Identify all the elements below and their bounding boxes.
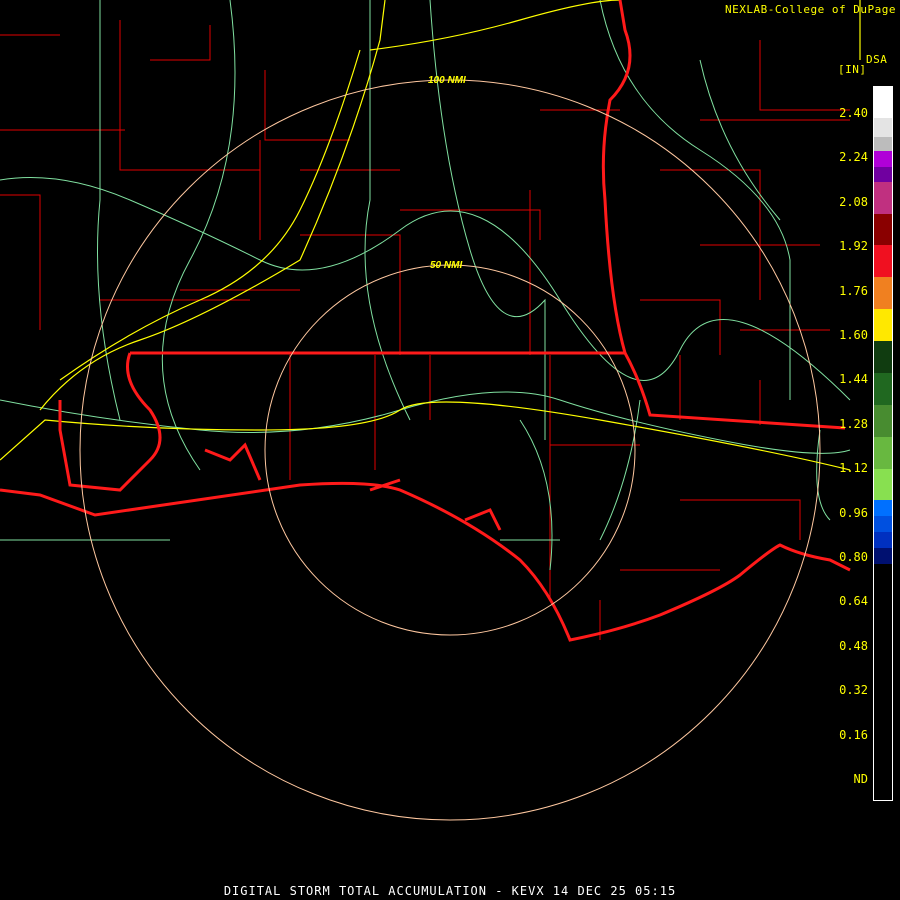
radar-map-view: 50 NMI 100 NMI NEXLAB-College of DuPage …	[0, 0, 900, 900]
legend-swatch	[874, 437, 892, 469]
legend-label: 1.92	[839, 239, 868, 254]
legend-swatch	[874, 548, 892, 564]
legend-swatch	[874, 87, 892, 118]
legend-label: 0.80	[839, 550, 868, 564]
ring-label-100: 100 NMI	[428, 75, 466, 86]
legend-swatch	[874, 500, 892, 516]
legend-swatch	[874, 182, 892, 214]
color-legend-bar	[873, 86, 893, 801]
legend-label: 1.28	[839, 416, 868, 431]
credit-text: NEXLAB-College of DuPage	[725, 3, 896, 16]
legend-label: 1.12	[839, 461, 868, 476]
legend-label: 0.64	[839, 594, 868, 609]
legend-label: 0.32	[839, 683, 868, 698]
legend-label: 0.48	[839, 638, 868, 653]
legend-label: 1.76	[839, 283, 868, 298]
legend-swatch	[874, 214, 892, 245]
legend-label: 2.40	[839, 106, 868, 120]
legend-label: 2.24	[839, 150, 868, 165]
legend-label: 0.96	[839, 505, 868, 520]
range-ring-50nmi	[264, 264, 636, 636]
legend-swatch	[874, 137, 892, 151]
legend-swatch	[874, 341, 892, 373]
legend-swatch	[874, 532, 892, 548]
range-ring-100nmi	[79, 79, 821, 821]
county-borders	[0, 20, 850, 640]
legend-swatch	[874, 277, 892, 309]
legend-swatch	[874, 405, 892, 437]
legend-swatch	[874, 151, 892, 167]
ring-label-50: 50 NMI	[430, 260, 462, 271]
units-label: [IN]	[838, 63, 867, 76]
map-canvas: 50 NMI 100 NMI	[0, 0, 861, 821]
legend-swatch	[874, 118, 892, 137]
product-caption: DIGITAL STORM TOTAL ACCUMULATION - KEVX …	[223, 884, 677, 898]
legend-label: 1.44	[839, 372, 868, 387]
legend-swatch	[874, 564, 892, 800]
product-code: DSA	[866, 53, 888, 66]
legend-swatch	[874, 516, 892, 532]
legend-label: ND	[853, 772, 868, 786]
legend-label: 2.08	[839, 194, 868, 209]
range-rings	[79, 79, 821, 821]
legend-swatch	[874, 167, 892, 182]
legend-swatch	[874, 469, 892, 500]
legend-label: 1.60	[839, 328, 868, 342]
legend-label: 0.16	[839, 727, 868, 742]
legend-swatch	[874, 373, 892, 405]
legend-swatch	[874, 245, 892, 277]
legend-swatch	[874, 309, 892, 341]
